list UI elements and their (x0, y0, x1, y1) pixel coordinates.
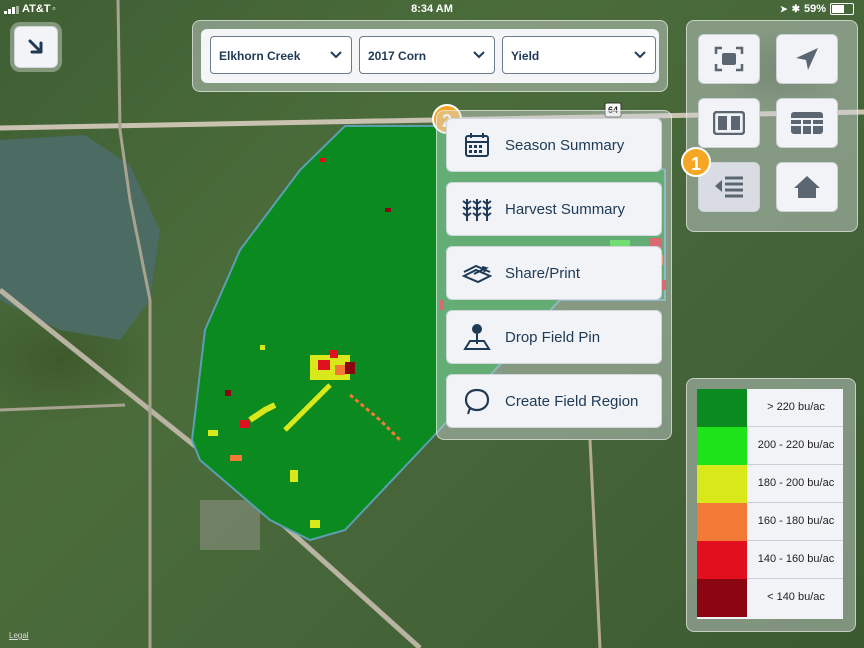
battery-status: ➤ ✱ 59% (780, 3, 854, 15)
home-icon (794, 176, 820, 198)
legend-swatch (697, 465, 747, 503)
bluetooth-icon: ✱ (791, 3, 800, 15)
farm-dropdown[interactable]: Elkhorn Creek (210, 36, 352, 74)
collapse-button[interactable] (14, 26, 58, 68)
legend-range: 160 - 180 bu/ac (757, 515, 835, 527)
legend-row: 160 - 180 bu/ac (697, 503, 843, 541)
menu-item-label: Drop Field Pin (505, 328, 601, 346)
location-arrow-icon (796, 48, 818, 70)
legend-row: > 220 bu/ac (697, 389, 843, 427)
farmstead (200, 500, 260, 550)
menu-item-season-summary[interactable]: Season Summary (446, 118, 662, 172)
legend-range: > 220 bu/ac (767, 401, 825, 413)
filter-toolbar: Elkhorn Creek 2017 Corn Yield (192, 20, 668, 92)
table-icon (791, 112, 823, 134)
legend-range: 200 - 220 bu/ac (757, 439, 835, 451)
battery-icon (830, 3, 854, 15)
share-icon (457, 262, 497, 284)
legal-link[interactable]: Legal (9, 631, 29, 640)
layer-dropdown-value: Yield (511, 49, 540, 63)
legend-table: > 220 bu/ac 200 - 220 bu/ac 180 - 200 bu… (697, 389, 843, 619)
map-tools-panel (686, 20, 858, 232)
region-icon (457, 387, 497, 415)
status-bar: AT&T ◦ 8:34 AM ➤ ✱ 59% (0, 0, 864, 18)
farm-dropdown-value: Elkhorn Creek (219, 49, 301, 63)
legend-row: < 140 bu/ac (697, 579, 843, 617)
battery-percent: 59% (803, 3, 826, 15)
fullscreen-icon (714, 46, 744, 72)
legend-row: 180 - 200 bu/ac (697, 465, 843, 503)
legend-row: 200 - 220 bu/ac (697, 427, 843, 465)
fit-to-screen-button[interactable] (698, 34, 760, 84)
legend-swatch (697, 579, 747, 617)
chevron-down-icon (473, 51, 485, 59)
list-menu-icon (715, 176, 743, 198)
menu-item-harvest-summary[interactable]: Harvest Summary (446, 182, 662, 236)
menu-item-label: Season Summary (505, 136, 625, 154)
season-dropdown[interactable]: 2017 Corn (359, 36, 495, 74)
clock: 8:34 AM (411, 3, 453, 15)
menu-item-label: Create Field Region (505, 392, 639, 410)
menu-item-drop-field-pin[interactable]: Drop Field Pin (446, 310, 662, 364)
layer-dropdown[interactable]: Yield (502, 36, 656, 74)
home-button[interactable] (776, 162, 838, 212)
split-view-button[interactable] (698, 98, 760, 148)
pin-icon (457, 323, 497, 351)
step-badge-1: 1 (681, 147, 711, 177)
chevron-down-icon (330, 51, 342, 59)
split-view-icon (713, 111, 745, 135)
legend-row: 140 - 160 bu/ac (697, 541, 843, 579)
side-road (0, 403, 126, 412)
legend-range: 180 - 200 bu/ac (757, 477, 835, 489)
legend-range: < 140 bu/ac (767, 591, 825, 603)
arrow-down-right-icon (28, 39, 43, 54)
farm-lane (588, 439, 602, 648)
legend-swatch (697, 427, 747, 465)
legend-swatch (697, 503, 747, 541)
menu-item-create-field-region[interactable]: Create Field Region (446, 374, 662, 428)
yield-legend: > 220 bu/ac 200 - 220 bu/ac 180 - 200 bu… (686, 378, 856, 632)
legend-swatch (697, 389, 747, 427)
locate-button[interactable] (776, 34, 838, 84)
table-view-button[interactable] (776, 98, 838, 148)
legend-swatch (697, 541, 747, 579)
menu-item-label: Harvest Summary (505, 200, 626, 218)
calendar-icon (457, 132, 497, 158)
reports-menu: Season Summary Harvest Summary Share/Pri… (436, 110, 672, 440)
legend-range: 140 - 160 bu/ac (757, 553, 835, 565)
filter-toolbar-inner: Elkhorn Creek 2017 Corn Yield (201, 29, 659, 83)
menu-item-label: Share/Print (505, 264, 581, 282)
menu-item-share-print[interactable]: Share/Print (446, 246, 662, 300)
location-services-icon: ➤ (780, 3, 788, 14)
chevron-down-icon (634, 51, 646, 59)
season-dropdown-value: 2017 Corn (368, 49, 427, 63)
crop-icon (457, 196, 497, 222)
